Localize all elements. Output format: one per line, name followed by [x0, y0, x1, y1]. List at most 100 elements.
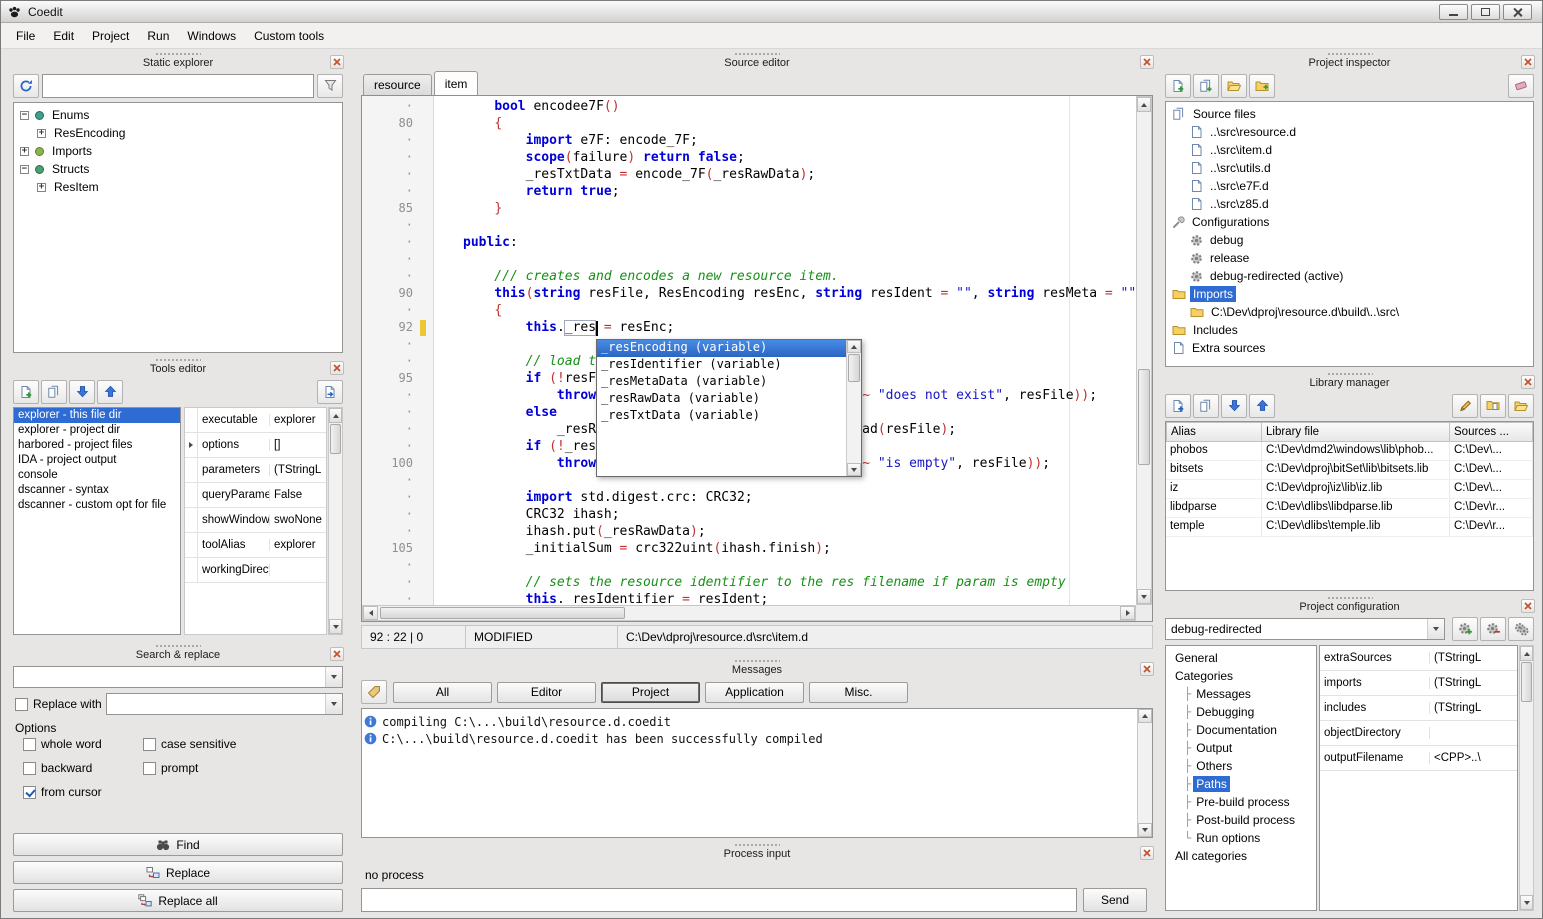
category-item[interactable]: Categories: [1168, 667, 1314, 685]
project-tree-node[interactable]: ..\src\e7F.d: [1168, 177, 1531, 195]
move-down-button[interactable]: [69, 380, 95, 404]
property-value[interactable]: False: [270, 489, 326, 501]
move-down-button[interactable]: [1221, 394, 1247, 418]
category-item[interactable]: ├Pre-build process: [1168, 793, 1314, 811]
filter-editor-button[interactable]: Editor: [497, 682, 596, 703]
add-config-button[interactable]: [1452, 617, 1478, 641]
edit-library-button[interactable]: [1452, 394, 1478, 418]
move-up-button[interactable]: [1249, 394, 1275, 418]
library-row[interactable]: izC:\Dev\dproj\iz\lib\iz.libC:\Dev\...: [1166, 480, 1533, 499]
code-line[interactable]: import std.digest.crc: CRC32;: [463, 490, 1136, 507]
symbol-tree-node[interactable]: −Structs: [16, 160, 340, 178]
property-row[interactable]: executableexplorer: [185, 408, 326, 433]
find-button[interactable]: Find: [13, 833, 343, 856]
tool-list-item[interactable]: IDA - project output: [14, 453, 180, 468]
code-line[interactable]: ihash.put(_resRawData);: [463, 524, 1136, 541]
property-row[interactable]: options[]: [185, 433, 326, 458]
category-item[interactable]: General: [1168, 649, 1314, 667]
property-row[interactable]: parameters(TStringL: [185, 458, 326, 483]
column-header[interactable]: Library file: [1262, 422, 1450, 442]
editor-tab-item[interactable]: item: [434, 71, 479, 95]
close-panel-button[interactable]: [330, 55, 344, 69]
search-combobox[interactable]: [13, 666, 343, 688]
project-tree-node[interactable]: Includes: [1168, 321, 1531, 339]
option-from-cursor[interactable]: from cursor: [23, 785, 143, 799]
library-from-project-button[interactable]: [1480, 394, 1506, 418]
filter-application-button[interactable]: Application: [705, 682, 804, 703]
category-item[interactable]: ├Post-build process: [1168, 811, 1314, 829]
configuration-selector[interactable]: debug-redirected: [1165, 618, 1445, 640]
close-panel-button[interactable]: [1140, 846, 1154, 860]
dropdown-arrow-icon[interactable]: [325, 694, 342, 714]
project-tree-node[interactable]: release: [1168, 249, 1531, 267]
property-row[interactable]: queryParametFalse: [185, 483, 326, 508]
completion-scrollbar[interactable]: [846, 340, 861, 476]
close-panel-button[interactable]: [330, 647, 344, 661]
maximize-button[interactable]: [1471, 4, 1500, 20]
property-row[interactable]: includes(TStringL: [1320, 696, 1517, 721]
message-row[interactable]: C:\...\build\resource.d.coedit has been …: [364, 730, 1150, 747]
code-area[interactable]: bool encodee7F() { import e7F: encode_7F…: [434, 96, 1136, 605]
property-value[interactable]: swoNone: [270, 514, 326, 526]
project-tree-node[interactable]: Imports: [1168, 285, 1531, 303]
clone-config-button[interactable]: [1508, 617, 1534, 641]
code-line[interactable]: bool encodee7F(): [463, 99, 1136, 116]
property-value[interactable]: explorer: [270, 414, 326, 426]
clear-messages-button[interactable]: [361, 680, 387, 704]
messages-scrollbar[interactable]: [1137, 709, 1152, 837]
filter-misc-button[interactable]: Misc.: [809, 682, 908, 703]
close-button[interactable]: [1503, 4, 1532, 20]
collapse-icon[interactable]: −: [20, 111, 29, 120]
code-line[interactable]: this._resIdentifier = resIdent;: [463, 592, 1136, 605]
editor-vscrollbar[interactable]: [1136, 96, 1152, 605]
duplicate-tool-button[interactable]: [41, 380, 67, 404]
code-line[interactable]: CRC32 ihash;: [463, 507, 1136, 524]
close-panel-button[interactable]: [1521, 599, 1535, 613]
project-tree-node[interactable]: ..\src\item.d: [1168, 141, 1531, 159]
project-tree-node[interactable]: ..\src\utils.d: [1168, 159, 1531, 177]
symbol-tree-node[interactable]: +ResEncoding: [16, 124, 340, 142]
menu-custom-tools[interactable]: Custom tools: [245, 25, 333, 47]
completion-item[interactable]: _resRawData (variable): [597, 391, 861, 408]
code-line[interactable]: [463, 558, 1136, 575]
library-row[interactable]: bitsetsC:\Dev\dproj\bitSet\lib\bitsets.l…: [1166, 461, 1533, 480]
code-line[interactable]: _initialSum = crc322uint(ihash.finish);: [463, 541, 1136, 558]
property-value[interactable]: (TStringL: [1430, 677, 1517, 689]
property-value[interactable]: (TStringL: [1430, 702, 1517, 714]
new-tool-button[interactable]: [13, 380, 39, 404]
expand-icon[interactable]: +: [37, 129, 46, 138]
code-line[interactable]: {: [463, 303, 1136, 320]
code-line[interactable]: [463, 218, 1136, 235]
dropdown-arrow-icon[interactable]: [325, 667, 342, 687]
property-row[interactable]: objectDirectory: [1320, 721, 1517, 746]
completion-item[interactable]: _resMetaData (variable): [597, 374, 861, 391]
code-line[interactable]: return true;: [463, 184, 1136, 201]
property-row[interactable]: workingDirect: [185, 558, 326, 583]
duplicate-library-button[interactable]: [1193, 394, 1219, 418]
library-row[interactable]: templeC:\Dev\dlibs\temple.libC:\Dev\r...: [1166, 518, 1533, 537]
category-item[interactable]: ├Output: [1168, 739, 1314, 757]
configuration-scrollbar[interactable]: [1519, 645, 1534, 911]
replace-button[interactable]: Replace: [13, 861, 343, 884]
message-row[interactable]: compiling C:\...\build\resource.d.coedit: [364, 713, 1150, 730]
code-line[interactable]: {: [463, 116, 1136, 133]
expand-icon[interactable]: +: [37, 183, 46, 192]
option-prompt[interactable]: prompt: [143, 761, 339, 775]
add-folder-button[interactable]: [1249, 74, 1275, 98]
menu-run[interactable]: Run: [138, 25, 178, 47]
filter-project-button[interactable]: Project: [601, 682, 700, 703]
property-row[interactable]: outputFilename<CPP>..\: [1320, 746, 1517, 771]
category-item[interactable]: ├Others: [1168, 757, 1314, 775]
menu-project[interactable]: Project: [83, 25, 138, 47]
library-row[interactable]: libdparseC:\Dev\dlibs\libdparse.libC:\De…: [1166, 499, 1533, 518]
category-item[interactable]: ├Messages: [1168, 685, 1314, 703]
open-library-button[interactable]: [1508, 394, 1534, 418]
code-line[interactable]: [463, 252, 1136, 269]
property-value[interactable]: <CPP>..\: [1430, 752, 1517, 764]
collapse-icon[interactable]: −: [20, 165, 29, 174]
project-tree-node[interactable]: Configurations: [1168, 213, 1531, 231]
filter-all-button[interactable]: All: [393, 682, 492, 703]
editor-tab-resource[interactable]: resource: [363, 74, 432, 95]
code-line[interactable]: /// creates and encodes a new resource i…: [463, 269, 1136, 286]
symbol-search-input[interactable]: [42, 74, 314, 98]
